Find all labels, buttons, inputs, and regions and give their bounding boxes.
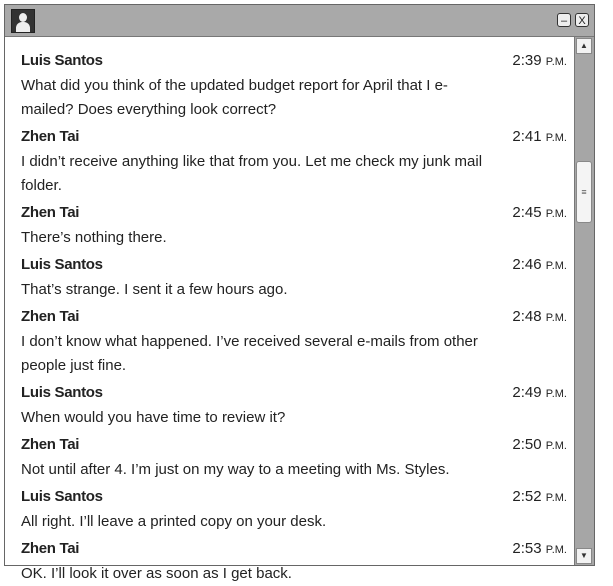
time-period: P.M. <box>545 492 567 504</box>
scroll-up-arrow-icon[interactable]: ▲ <box>576 38 592 54</box>
timestamp: 2:49 P.M. <box>512 381 567 406</box>
message-text: That’s strange. I sent it a few hours ag… <box>21 281 288 298</box>
scroll-down-arrow-icon[interactable]: ▼ <box>576 548 592 564</box>
timestamp: 2:46 P.M. <box>512 253 567 278</box>
scroll-thumb[interactable]: ≡ <box>576 161 592 223</box>
time-period: P.M. <box>545 260 567 272</box>
time-value: 2:53 <box>512 540 542 557</box>
title-bar: – X <box>5 5 594 37</box>
message: Luis Santos 2:46 P.M. That’s strange. I se… <box>21 253 577 302</box>
time-value: 2:41 <box>512 128 542 145</box>
time-value: 2:50 <box>512 436 542 453</box>
close-button[interactable]: X <box>575 13 589 27</box>
sender-name: Luis Santos <box>21 488 103 505</box>
timestamp: 2:53 P.M. <box>512 537 567 562</box>
time-value: 2:49 <box>512 384 542 401</box>
message: Zhen Tai 2:53 P.M. OK. I’ll look it over a… <box>21 537 577 586</box>
message-list: Luis Santos 2:39 P.M. What did you think o… <box>5 37 577 582</box>
message-text: Not until after 4. I’m just on my way to… <box>21 461 450 478</box>
sender-name: Luis Santos <box>21 256 103 273</box>
sender-name: Zhen Tai <box>21 204 80 221</box>
time-period: P.M. <box>545 312 567 324</box>
message: Zhen Tai 2:45 P.M. There’s nothing there. <box>21 201 577 250</box>
time-period: P.M. <box>545 440 567 452</box>
message-text: I don’t know what happened. I’ve receive… <box>21 333 478 374</box>
time-value: 2:45 <box>512 204 542 221</box>
message-text: OK. I’ll look it over as soon as I get b… <box>21 565 292 582</box>
time-value: 2:52 <box>512 488 542 505</box>
timestamp: 2:52 P.M. <box>512 485 567 510</box>
time-value: 2:39 <box>512 52 542 69</box>
timestamp: 2:50 P.M. <box>512 433 567 458</box>
time-value: 2:48 <box>512 308 542 325</box>
message-text: All right. I’ll leave a printed copy on … <box>21 513 327 530</box>
timestamp: 2:48 P.M. <box>512 305 567 330</box>
sender-name: Luis Santos <box>21 384 103 401</box>
message: Luis Santos 2:39 P.M. What did you think o… <box>21 49 577 122</box>
message: Zhen Tai 2:41 P.M. I didn’t receive anythi… <box>21 125 577 198</box>
timestamp: 2:45 P.M. <box>512 201 567 226</box>
time-period: P.M. <box>545 388 567 400</box>
message-text: When would you have time to review it? <box>21 409 286 426</box>
timestamp: 2:41 P.M. <box>512 125 567 150</box>
time-period: P.M. <box>545 208 567 220</box>
timestamp: 2:39 P.M. <box>512 49 567 74</box>
minimize-button[interactable]: – <box>557 13 571 27</box>
message-text: What did you think of the updated budget… <box>21 77 448 118</box>
message-text: I didn’t receive anything like that from… <box>21 153 483 194</box>
time-value: 2:46 <box>512 256 542 273</box>
sender-name: Zhen Tai <box>21 540 80 557</box>
time-period: P.M. <box>545 132 567 144</box>
scrollbar[interactable]: ▲ ≡ ▼ <box>574 37 594 565</box>
time-period: P.M. <box>545 56 567 68</box>
message: Luis Santos 2:52 P.M. All right. I’ll leav… <box>21 485 577 534</box>
sender-name: Zhen Tai <box>21 128 80 145</box>
message: Luis Santos 2:49 P.M. When would you have … <box>21 381 577 430</box>
message: Zhen Tai 2:50 P.M. Not until after 4. I’m … <box>21 433 577 482</box>
time-period: P.M. <box>545 544 567 556</box>
message: Zhen Tai 2:48 P.M. I don’t know what happe… <box>21 305 577 378</box>
message-text: There’s nothing there. <box>21 229 167 246</box>
chat-window: – X Luis Santos 2:39 P.M. What did you thi… <box>4 4 595 582</box>
sender-name: Zhen Tai <box>21 308 80 325</box>
user-silhouette-icon <box>11 9 35 33</box>
sender-name: Luis Santos <box>21 52 103 69</box>
sender-name: Zhen Tai <box>21 436 80 453</box>
